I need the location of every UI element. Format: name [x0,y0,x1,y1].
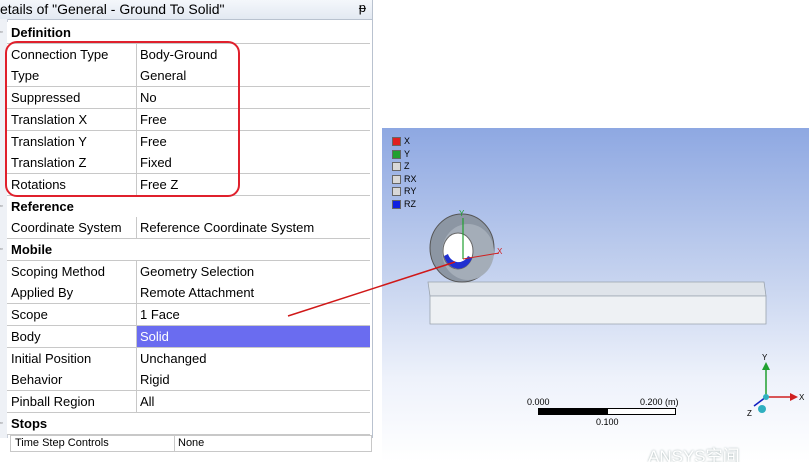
section-header[interactable]: Mobile [7,239,370,261]
property-value-cell[interactable]: Geometry Selection [136,260,370,282]
property-value: Solid [140,328,169,344]
property-key: Behavior [11,372,63,388]
details-title: etails of "General - Ground To Solid" [0,1,225,17]
section-header[interactable]: Stops [7,412,370,435]
section-header[interactable]: Reference [7,195,370,218]
property-row[interactable]: Body Solid [7,325,370,348]
collapse-toggle-icon[interactable]: ▫ [0,246,7,254]
property-key: Body [11,328,41,344]
property-value-cell[interactable]: None [174,436,371,451]
property-value-cell[interactable]: All [136,390,370,412]
triad-y-label: Y [762,353,768,362]
property-row[interactable]: Pinball Region All [7,390,370,413]
scale-right-label: 0.200 (m) [640,397,679,407]
property-value: Geometry Selection [140,263,255,279]
time-step-controls-row[interactable]: Time Step Controls None [10,435,372,452]
section-label: Reference [11,198,74,214]
property-key: Coordinate System [11,220,122,236]
scale-mid-label: 0.100 [596,417,619,427]
property-value-cell[interactable]: Reference Coordinate System [136,217,370,239]
property-key: Time Step Controls [15,437,109,449]
ground-slab-top [427,281,767,297]
property-row[interactable]: Applied By Remote Attachment [7,282,370,305]
collapse-toggle-icon[interactable]: ▫ [0,29,7,37]
triad-x-label: X [799,393,805,402]
property-value-cell[interactable]: Rigid [136,369,370,391]
property-row[interactable]: Coordinate System Reference Coordinate Sy… [7,217,370,240]
red-highlight-annotation [5,41,240,197]
property-key: Pinball Region [11,393,95,409]
watermark: ANSYS空间 [648,447,740,462]
model-x-label: X [497,247,503,256]
property-value: Reference Coordinate System [140,220,315,236]
model-y-label: Y [459,209,465,218]
triad-rotate-handle [758,405,766,413]
ground-slab-front [429,295,767,325]
scale-bar [538,408,676,415]
property-row[interactable]: Initial Position Unchanged [7,347,370,370]
section-label: Mobile [11,242,53,257]
section-label: Stops [11,415,48,431]
triad-z-label: Z [747,409,752,418]
property-key: Scope [11,307,48,323]
scale-left-label: 0.000 [527,397,550,407]
section-label: Definition [11,25,71,40]
property-value: None [178,437,205,449]
graphics-viewport[interactable]: X Y Z RX RY RZ X Y Y X Z 0.000 0.200 (m) 0.10… [382,128,809,462]
property-value: Rigid [140,372,170,388]
property-key: Scoping Method [11,263,105,279]
property-value-cell[interactable]: Unchanged [136,347,370,369]
scale-bar-black [538,408,607,415]
collapse-toggle-icon[interactable]: ▫ [0,420,7,428]
property-value: Unchanged [140,350,207,366]
property-value: All [140,393,155,409]
details-panel: etails of "General - Ground To Solid" ᵽ … [0,0,373,438]
details-titlebar: etails of "General - Ground To Solid" ᵽ [0,0,372,20]
property-row[interactable]: Scoping Method Geometry Selection [7,260,370,283]
scale-bar-white [607,408,676,415]
pin-icon[interactable]: ᵽ [359,0,366,15]
property-key: Applied By [11,285,74,301]
triad-y-arrow [762,362,770,370]
collapse-toggle-icon[interactable]: ▫ [0,203,7,211]
property-value: Remote Attachment [140,285,255,301]
property-value-cell[interactable]: 1 Face [136,304,370,326]
triad-x-arrow [790,393,798,401]
property-value-cell[interactable]: Solid [136,325,370,347]
triad-origin [763,394,769,400]
property-key: Initial Position [11,350,92,366]
property-value-cell[interactable]: Remote Attachment [136,282,370,304]
property-value: 1 Face [140,307,180,323]
property-row[interactable]: Behavior Rigid [7,369,370,392]
property-row[interactable]: Scope 1 Face [7,304,370,327]
